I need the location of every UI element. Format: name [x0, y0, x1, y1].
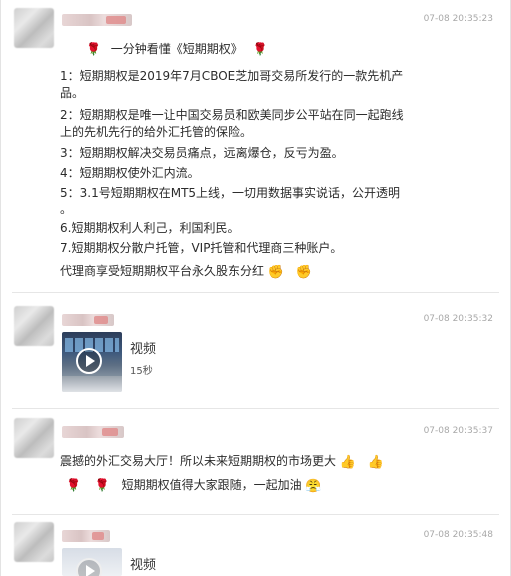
video-thumbnail[interactable] — [62, 332, 122, 392]
avatar[interactable] — [14, 8, 54, 48]
thumbs-up-icon: 👍 — [367, 455, 385, 470]
avatar[interactable] — [14, 306, 54, 346]
username-blurred[interactable] — [62, 14, 132, 26]
comment-line: 上的先机先行的给外汇托管的保险。 — [60, 125, 253, 139]
username-blurred[interactable] — [62, 530, 110, 542]
divider — [12, 408, 499, 409]
rose-icon: 🌹 — [86, 42, 101, 56]
comment-line: 7.短期期权分散户托管，VIP托管和代理商三种账户。 — [60, 241, 343, 255]
comment-line: 品。 — [60, 86, 85, 100]
comment-line: 3：短期期权解决交易员痛点，远离爆仓，反亏为盈。 — [60, 146, 344, 160]
username-blurred[interactable] — [62, 426, 124, 438]
rose-icon: 🌹 — [94, 478, 110, 492]
determined-face-icon: 😤 — [305, 479, 322, 494]
play-icon[interactable] — [76, 348, 102, 374]
fist-icon: ✊ — [295, 265, 313, 280]
username-blurred[interactable] — [62, 314, 114, 326]
video-label[interactable]: 视频 — [130, 554, 156, 573]
divider — [12, 292, 499, 293]
timestamp: 07-08 20:35:23 — [423, 14, 493, 24]
rose-icon: 🌹 — [252, 42, 268, 56]
avatar[interactable] — [14, 418, 54, 458]
comment-line: 。 — [60, 202, 73, 216]
rose-icon: 🌹 — [66, 478, 81, 492]
video-duration: 15秒 — [130, 366, 153, 377]
timestamp: 07-08 20:35:48 — [423, 530, 493, 540]
timestamp: 07-08 20:35:32 — [423, 314, 493, 324]
thumbnail-desk — [62, 376, 122, 392]
comment-line: 2：短期期权是唯一让中国交易员和欧美同步公平站在同一起跑线 — [60, 108, 404, 122]
comment-line: 4：短期期权使外汇内流。 — [60, 166, 200, 180]
divider — [12, 514, 499, 515]
comment-line: 5：3.1号短期期权在MT5上线，一切用数据事实说话，公开透明 — [60, 186, 401, 200]
comment-title: 🌹 一分钟看懂《短期期权》 🌹 — [86, 42, 268, 56]
comment-line: 6.短期期权利人利己，利国利民。 — [60, 221, 240, 235]
video-thumbnail[interactable] — [62, 548, 122, 576]
comment-line-with-emoji: 代理商享受短期期权平台永久股东分红 ✊ ✊ — [60, 264, 313, 280]
comment-line-with-emoji: 震撼的外汇交易大厅！所以未来短期期权的市场更大 👍 👍 — [60, 454, 385, 470]
video-label[interactable]: 视频 — [130, 338, 156, 357]
play-icon[interactable] — [76, 558, 102, 576]
avatar[interactable] — [14, 522, 54, 562]
comment-line: 1：短期期权是2019年7月CBOE芝加哥交易所发行的一款先机产 — [60, 69, 404, 83]
timestamp: 07-08 20:35:37 — [423, 426, 493, 436]
thumbs-up-icon: 👍 — [339, 455, 357, 470]
fist-icon: ✊ — [267, 265, 285, 280]
comment-line-with-emoji: 🌹 🌹 短期期权值得大家跟随，一起加油 😤 — [66, 478, 322, 494]
